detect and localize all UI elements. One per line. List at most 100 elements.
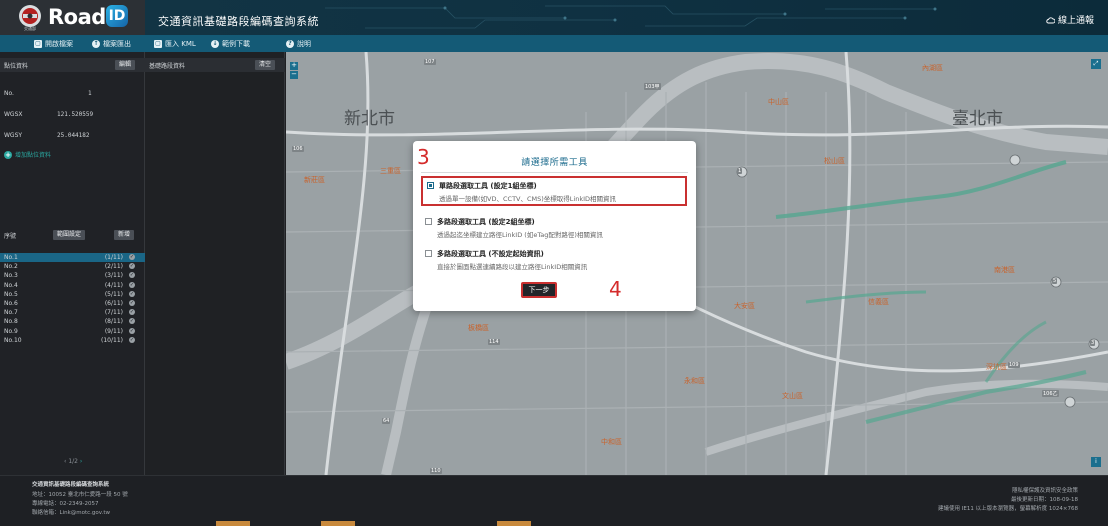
list-item[interactable]: No.7 (7/11) ✓ [0, 308, 145, 317]
check-circle-icon[interactable]: ✓ [129, 327, 135, 334]
pager-page: 1/2 [68, 458, 78, 465]
logo-id-badge: ID [106, 5, 128, 27]
road-1-shield: 1 [737, 168, 743, 174]
footer-phone: 專線電話：02-2349-2057 [32, 501, 99, 507]
new-button[interactable]: 新增 [114, 230, 135, 240]
segment-data-panel: 基礎路段資料 清空 [145, 52, 285, 475]
zoom-out-button[interactable]: − [290, 71, 298, 79]
range-setting-button[interactable]: 範圍設定 [53, 230, 86, 240]
list-item[interactable]: No.1 (1/11) ✓ [0, 253, 145, 262]
list-item[interactable]: No.6 (6/11) ✓ [0, 299, 145, 308]
list-item-count: (4/11) [104, 281, 123, 289]
field-no: No. 1 [0, 90, 145, 100]
list-item[interactable]: No.10 (10/11) ✓ [0, 336, 145, 345]
clear-button[interactable]: 清空 [255, 60, 276, 70]
label-new-taipei: 新北市 [344, 109, 395, 129]
pager: ‹ 1/2 › [64, 458, 82, 465]
pager-prev-button[interactable]: ‹ [64, 458, 66, 465]
list-item-no: No.6 [4, 300, 18, 307]
road-3-shield: 3 [1090, 340, 1096, 346]
info-icon[interactable]: i [1091, 457, 1101, 467]
option-multi-free-desc: 直接於圖面點選連續路段以建立路徑LinkID相關資訊 [437, 263, 588, 271]
plus-circle-icon: + [4, 150, 12, 159]
list-item-count: (2/11) [104, 263, 123, 271]
list-item-no: No.10 [4, 336, 22, 344]
option-multi-coords-checkbox[interactable] [425, 218, 432, 225]
label-zhongshan: 中山區 [768, 98, 789, 106]
add-point-button[interactable]: + 增加點位資料 [4, 150, 51, 159]
list-item[interactable]: No.9 (9/11) ✓ [0, 327, 145, 336]
field-no-key: No. [4, 90, 14, 97]
logo[interactable]: 交通部 Road ID [0, 0, 145, 35]
field-wgsy-key: WGSY [4, 132, 23, 139]
check-circle-icon[interactable]: ✓ [129, 272, 135, 279]
sample-download-button[interactable]: ↓ 範例下載 [211, 38, 250, 50]
check-circle-icon[interactable]: ✓ [129, 281, 135, 288]
list-item-count: (5/11) [104, 290, 123, 298]
footer: 交通資訊基礎路段編碼查詢系統 地址：10052 臺北市仁愛路一段 50 號 專線… [0, 475, 1108, 526]
map-view[interactable]: 新北市 臺北市 內湖區 中山區 松山區 信義區 大安區 南港區 文山區 深坑區 … [286, 52, 1108, 475]
road-107-shield: 107 [424, 59, 436, 65]
list-item[interactable]: No.3 (3/11) ✓ [0, 271, 145, 280]
list-item-count: (10/11) [101, 336, 123, 344]
label-neihu: 內湖區 [922, 64, 943, 72]
import-kml-button[interactable]: ▢ 匯入 KML [154, 38, 196, 50]
label-taipei: 臺北市 [952, 109, 1003, 129]
list-item[interactable]: No.8 (8/11) ✓ [0, 317, 145, 326]
fullscreen-icon[interactable]: ⤢ [1091, 59, 1101, 69]
file-import-icon: ▢ [154, 40, 162, 48]
road-64-shield: 64 [382, 418, 391, 424]
help-button[interactable]: ? 說明 [286, 38, 311, 50]
footer-email[interactable]: 聯絡信箱：Link@motc.gov.tw [32, 508, 110, 516]
list-item-no: No.4 [4, 281, 18, 289]
dialog-divider [421, 172, 688, 173]
check-circle-icon[interactable]: ✓ [129, 254, 135, 260]
check-circle-icon[interactable]: ✓ [129, 318, 135, 325]
dialog-title: 請選擇所需工具 [521, 158, 588, 168]
option-single-checkbox[interactable] [427, 182, 434, 189]
label-banqiao: 板橋區 [468, 324, 489, 332]
online-report-label: 線上通報 [1057, 16, 1094, 26]
list-item[interactable]: No.4 (4/11) ✓ [0, 281, 145, 290]
list-item-no: No.2 [4, 263, 18, 271]
zoom-in-button[interactable]: + [290, 62, 298, 70]
check-circle-icon[interactable]: ✓ [129, 263, 135, 270]
option-multi-free-checkbox[interactable] [425, 250, 432, 257]
open-file-label: 開啟檔案 [45, 40, 73, 48]
label-daan: 大安區 [734, 302, 755, 310]
footer-system-name: 交通資訊基礎路段編碼查詢系統 [32, 482, 110, 488]
option-multi-segment-free[interactable]: 多路段選取工具 (不設定起始資訊) 直接於圖面點選連續路段以建立路徑LinkID… [421, 246, 687, 276]
online-report-link[interactable]: 線上通報 [1046, 13, 1094, 26]
open-file-button[interactable]: ▢ 開啟檔案 [34, 38, 73, 50]
label-xinyi: 信義區 [868, 298, 889, 306]
app-header: 交通部 Road ID 交通資訊基礎路段編碼查詢系統 線上通報 [0, 0, 1108, 35]
list-item-no: No.9 [4, 327, 18, 335]
list-item-count: (1/11) [104, 254, 123, 261]
folder-icon: ▢ [34, 40, 42, 48]
field-wgsx-value: 121.520559 [57, 111, 94, 118]
pager-next-button[interactable]: › [80, 458, 82, 465]
road-5-shield: 5 [1052, 278, 1058, 284]
list-item[interactable]: No.2 (2/11) ✓ [0, 262, 145, 271]
footer-privacy-link[interactable]: 隱私權保護及資訊安全政策 [1012, 486, 1078, 494]
check-circle-icon[interactable]: ✓ [129, 309, 135, 316]
list-item-no: No.3 [4, 272, 18, 280]
footer-address: 地址：10052 臺北市仁愛路一段 50 號 [32, 492, 128, 498]
option-single-segment[interactable]: 單路段選取工具 (設定1組坐標) 透過單一設備(如VD、CCTV、CMS)坐標取… [421, 176, 687, 206]
tool-select-dialog: 3 請選擇所需工具 單路段選取工具 (設定1組坐標) 透過單一設備(如VD、CC… [413, 141, 696, 311]
check-circle-icon[interactable]: ✓ [129, 300, 135, 306]
list-item-count: (6/11) [104, 300, 123, 307]
edit-button[interactable]: 編輯 [115, 60, 136, 70]
label-nangang: 南港區 [994, 266, 1015, 274]
app-title: 交通資訊基礎路段編碼查詢系統 [158, 15, 319, 28]
import-kml-label: 匯入 KML [165, 40, 196, 48]
export-file-button[interactable]: ↑ 檔案匯出 [92, 38, 131, 50]
check-circle-icon[interactable]: ✓ [129, 336, 135, 343]
next-step-button[interactable]: 下一步 [521, 282, 557, 298]
motc-emblem-icon [19, 5, 41, 27]
check-circle-icon[interactable]: ✓ [129, 290, 135, 297]
list-item[interactable]: No.5 (5/11) ✓ [0, 290, 145, 299]
download-icon: ↓ [211, 40, 219, 48]
label-sanchong: 三重區 [380, 167, 401, 175]
option-multi-segment-coords[interactable]: 多路段選取工具 (設定2組坐標) 透過起迄坐標建立路徑LinkID (如eTag… [421, 214, 687, 244]
